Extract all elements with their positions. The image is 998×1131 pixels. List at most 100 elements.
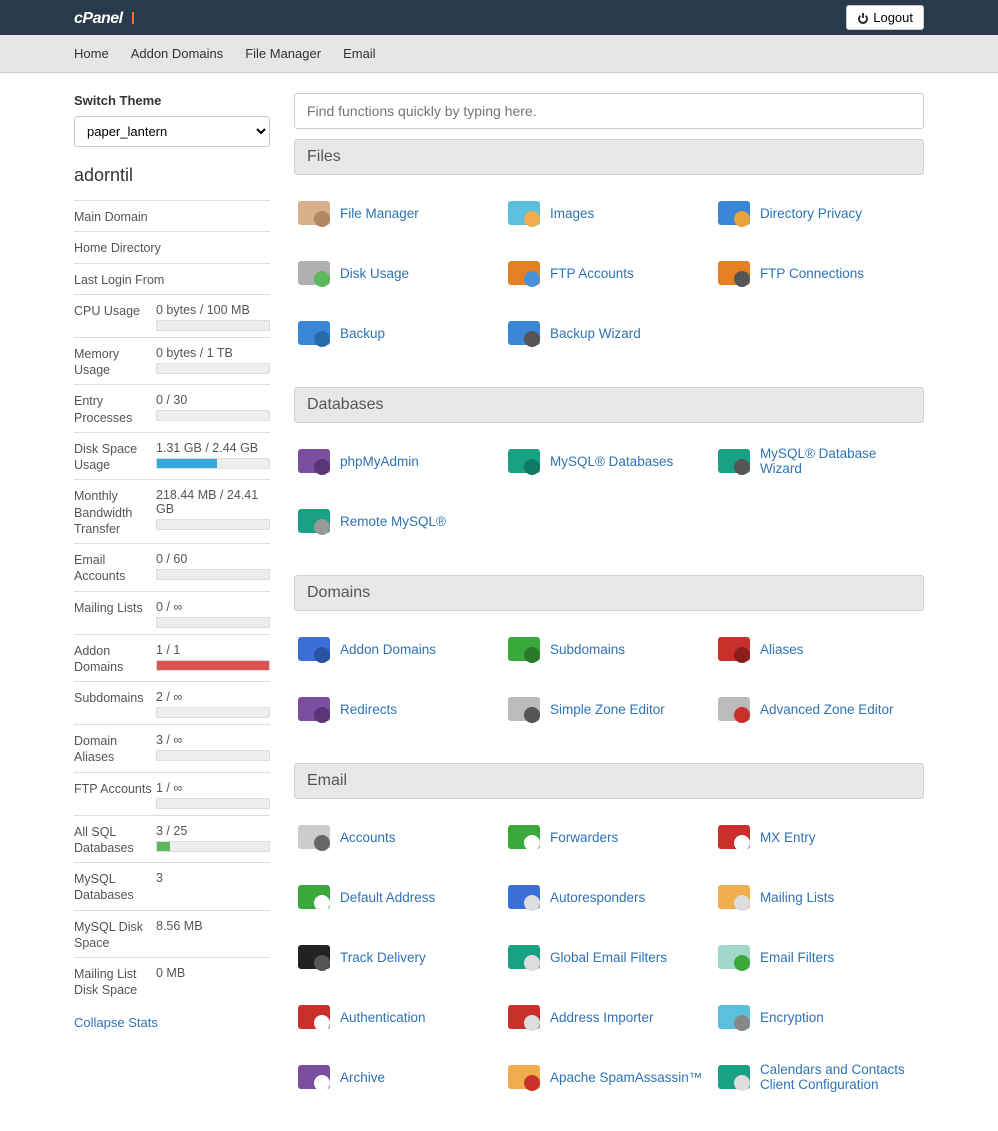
app-item-label[interactable]: Disk Usage xyxy=(340,266,409,281)
app-item-label[interactable]: Advanced Zone Editor xyxy=(760,702,894,717)
app-item-accounts[interactable]: Accounts xyxy=(294,813,504,861)
stat-memory-usage: Memory Usage0 bytes / 1 TB xyxy=(74,337,270,385)
app-item-encryption[interactable]: Encryption xyxy=(714,993,924,1041)
app-item-label[interactable]: File Manager xyxy=(340,206,419,221)
stat-label: MySQL Databases xyxy=(74,871,156,904)
progress-bar xyxy=(156,798,270,809)
app-item-phpmyadmin[interactable]: phpMyAdmin xyxy=(294,437,504,485)
app-item-label[interactable]: Authentication xyxy=(340,1010,426,1025)
app-item-authentication[interactable]: Authentication xyxy=(294,993,504,1041)
mx-entry-icon xyxy=(716,819,752,855)
stat-label: All SQL Databases xyxy=(74,824,156,857)
app-item-label[interactable]: Backup xyxy=(340,326,385,341)
switch-theme-heading: Switch Theme xyxy=(74,93,270,108)
app-item-label[interactable]: Subdomains xyxy=(550,642,625,657)
app-item-label[interactable]: Email Filters xyxy=(760,950,834,965)
app-item-address-importer[interactable]: Address Importer xyxy=(504,993,714,1041)
app-item-label[interactable]: Global Email Filters xyxy=(550,950,667,965)
app-item-label[interactable]: Redirects xyxy=(340,702,397,717)
app-item-label[interactable]: Forwarders xyxy=(550,830,618,845)
app-item-simple-zone-editor[interactable]: Simple Zone Editor xyxy=(504,685,714,733)
section-files: Files File Manager Images Directory Privacy… xyxy=(294,139,924,373)
app-item-aliases[interactable]: Aliases xyxy=(714,625,924,673)
app-item-label[interactable]: Images xyxy=(550,206,594,221)
nav-link-addon-domains[interactable]: Addon Domains xyxy=(131,46,224,61)
app-item-label[interactable]: FTP Connections xyxy=(760,266,864,281)
app-item-label[interactable]: phpMyAdmin xyxy=(340,454,419,469)
app-item-label[interactable]: Address Importer xyxy=(550,1010,654,1025)
stat-value: 2 / ∞ xyxy=(156,690,270,704)
stat-ftp-accounts: FTP Accounts1 / ∞ xyxy=(74,772,270,815)
app-item-global-email-filters[interactable]: Global Email Filters xyxy=(504,933,714,981)
search-input[interactable] xyxy=(294,93,924,129)
app-item-ftp-accounts[interactable]: FTP Accounts xyxy=(504,249,714,297)
app-item-label[interactable]: Addon Domains xyxy=(340,642,436,657)
app-item-directory-privacy[interactable]: Directory Privacy xyxy=(714,189,924,237)
app-item-backup-wizard[interactable]: Backup Wizard xyxy=(504,309,714,357)
app-item-mx-entry[interactable]: MX Entry xyxy=(714,813,924,861)
app-item-label[interactable]: Accounts xyxy=(340,830,396,845)
app-item-remote-mysql-[interactable]: Remote MySQL® xyxy=(294,497,504,545)
app-item-label[interactable]: MySQL® Database Wizard xyxy=(760,446,922,476)
app-item-default-address[interactable]: Default Address xyxy=(294,873,504,921)
stat-addon-domains: Addon Domains1 / 1 xyxy=(74,634,270,682)
app-item-backup[interactable]: Backup xyxy=(294,309,504,357)
app-item-label[interactable]: Autoresponders xyxy=(550,890,645,905)
app-item-label[interactable]: Archive xyxy=(340,1070,385,1085)
app-item-label[interactable]: MX Entry xyxy=(760,830,816,845)
app-item-email-filters[interactable]: Email Filters xyxy=(714,933,924,981)
app-item-label[interactable]: Directory Privacy xyxy=(760,206,862,221)
account-name: adorntil xyxy=(74,165,270,188)
stat-label: MySQL Disk Space xyxy=(74,919,156,952)
email-filters-icon xyxy=(716,939,752,975)
app-item-calendars-and-contacts-client-configuration[interactable]: Calendars and Contacts Client Configurat… xyxy=(714,1053,924,1101)
app-item-label[interactable]: Mailing Lists xyxy=(760,890,834,905)
images-icon xyxy=(506,195,542,231)
app-item-file-manager[interactable]: File Manager xyxy=(294,189,504,237)
stat-mailing-list-disk-space: Mailing List Disk Space0 MB xyxy=(74,957,270,1005)
app-item-label[interactable]: Remote MySQL® xyxy=(340,514,446,529)
app-item-label[interactable]: Calendars and Contacts Client Configurat… xyxy=(760,1062,922,1092)
nav-link-home[interactable]: Home xyxy=(74,46,109,61)
progress-bar xyxy=(156,363,270,374)
app-item-mysql-databases[interactable]: MySQL® Databases xyxy=(504,437,714,485)
logout-button[interactable]: Logout xyxy=(846,5,924,30)
app-item-apache-spamassassin-[interactable]: Apache SpamAssassin™ xyxy=(504,1053,714,1101)
app-item-label[interactable]: Aliases xyxy=(760,642,804,657)
app-item-label[interactable]: Default Address xyxy=(340,890,435,905)
app-item-advanced-zone-editor[interactable]: Advanced Zone Editor xyxy=(714,685,924,733)
app-item-track-delivery[interactable]: Track Delivery xyxy=(294,933,504,981)
nav-link-file-manager[interactable]: File Manager xyxy=(245,46,321,61)
app-item-images[interactable]: Images xyxy=(504,189,714,237)
stat-value: 8.56 MB xyxy=(156,919,270,933)
stat-value: 0 / 30 xyxy=(156,393,270,407)
section-body: Addon Domains Subdomains Aliases Redirects S… xyxy=(294,611,924,749)
app-item-label[interactable]: MySQL® Databases xyxy=(550,454,673,469)
section-header[interactable]: Email xyxy=(294,763,924,799)
stat-value: 3 / ∞ xyxy=(156,733,270,747)
app-item-label[interactable]: Simple Zone Editor xyxy=(550,702,665,717)
app-item-label[interactable]: Encryption xyxy=(760,1010,824,1025)
app-item-forwarders[interactable]: Forwarders xyxy=(504,813,714,861)
app-item-label[interactable]: Backup Wizard xyxy=(550,326,641,341)
app-item-archive[interactable]: Archive xyxy=(294,1053,504,1101)
app-item-ftp-connections[interactable]: FTP Connections xyxy=(714,249,924,297)
theme-select[interactable]: paper_lantern xyxy=(74,116,270,147)
app-item-autoresponders[interactable]: Autoresponders xyxy=(504,873,714,921)
section-header[interactable]: Files xyxy=(294,139,924,175)
app-item-label[interactable]: Track Delivery xyxy=(340,950,426,965)
app-item-disk-usage[interactable]: Disk Usage xyxy=(294,249,504,297)
nav-link-email[interactable]: Email xyxy=(343,46,376,61)
app-item-mailing-lists[interactable]: Mailing Lists xyxy=(714,873,924,921)
logout-label: Logout xyxy=(873,10,913,25)
app-item-redirects[interactable]: Redirects xyxy=(294,685,504,733)
app-item-subdomains[interactable]: Subdomains xyxy=(504,625,714,673)
app-item-label[interactable]: Apache SpamAssassin™ xyxy=(550,1070,702,1085)
app-item-mysql-database-wizard[interactable]: MySQL® Database Wizard xyxy=(714,437,924,485)
collapse-stats-link[interactable]: Collapse Stats xyxy=(74,1005,270,1040)
app-item-label[interactable]: FTP Accounts xyxy=(550,266,634,281)
section-header[interactable]: Domains xyxy=(294,575,924,611)
section-header[interactable]: Databases xyxy=(294,387,924,423)
brand-logo[interactable]: cPanel xyxy=(74,9,146,27)
app-item-addon-domains[interactable]: Addon Domains xyxy=(294,625,504,673)
